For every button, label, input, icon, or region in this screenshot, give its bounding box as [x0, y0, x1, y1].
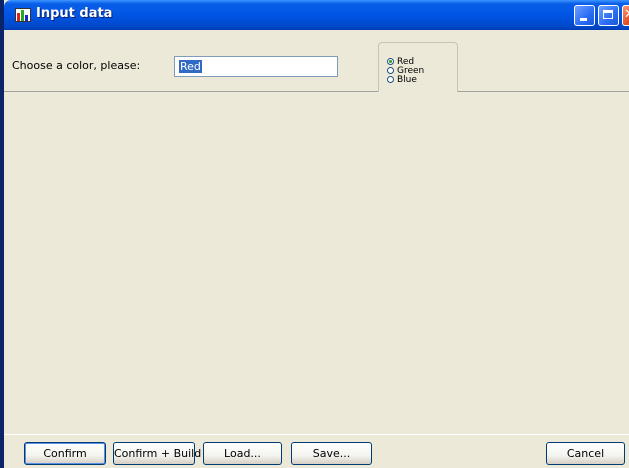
load-button[interactable]: Load...: [203, 442, 282, 465]
radio-icon: [387, 67, 394, 74]
title-bar[interactable]: Input data: [4, 0, 629, 30]
close-icon[interactable]: [622, 5, 629, 26]
maximize-icon[interactable]: [598, 5, 619, 26]
radio-icon: [387, 76, 394, 83]
color-prompt-label: Choose a color, please:: [12, 59, 141, 72]
cancel-button[interactable]: Cancel: [546, 442, 625, 465]
radio-selected-icon: [387, 58, 394, 65]
save-button[interactable]: Save...: [291, 442, 372, 465]
color-input[interactable]: Red: [174, 56, 338, 77]
confirm-button[interactable]: Confirm: [24, 442, 106, 465]
radio-label: Blue: [397, 75, 417, 85]
color-radio-group: Red Green Blue: [378, 42, 458, 92]
main-content-area: [4, 92, 629, 434]
window-title: Input data: [36, 6, 113, 21]
confirm-build-button[interactable]: Confirm + Build: [113, 442, 201, 465]
app-icon: [15, 8, 31, 22]
minimize-icon[interactable]: [574, 5, 595, 26]
divider: [4, 434, 629, 435]
radio-blue[interactable]: Blue: [387, 76, 417, 85]
color-input-value: Red: [179, 60, 202, 73]
